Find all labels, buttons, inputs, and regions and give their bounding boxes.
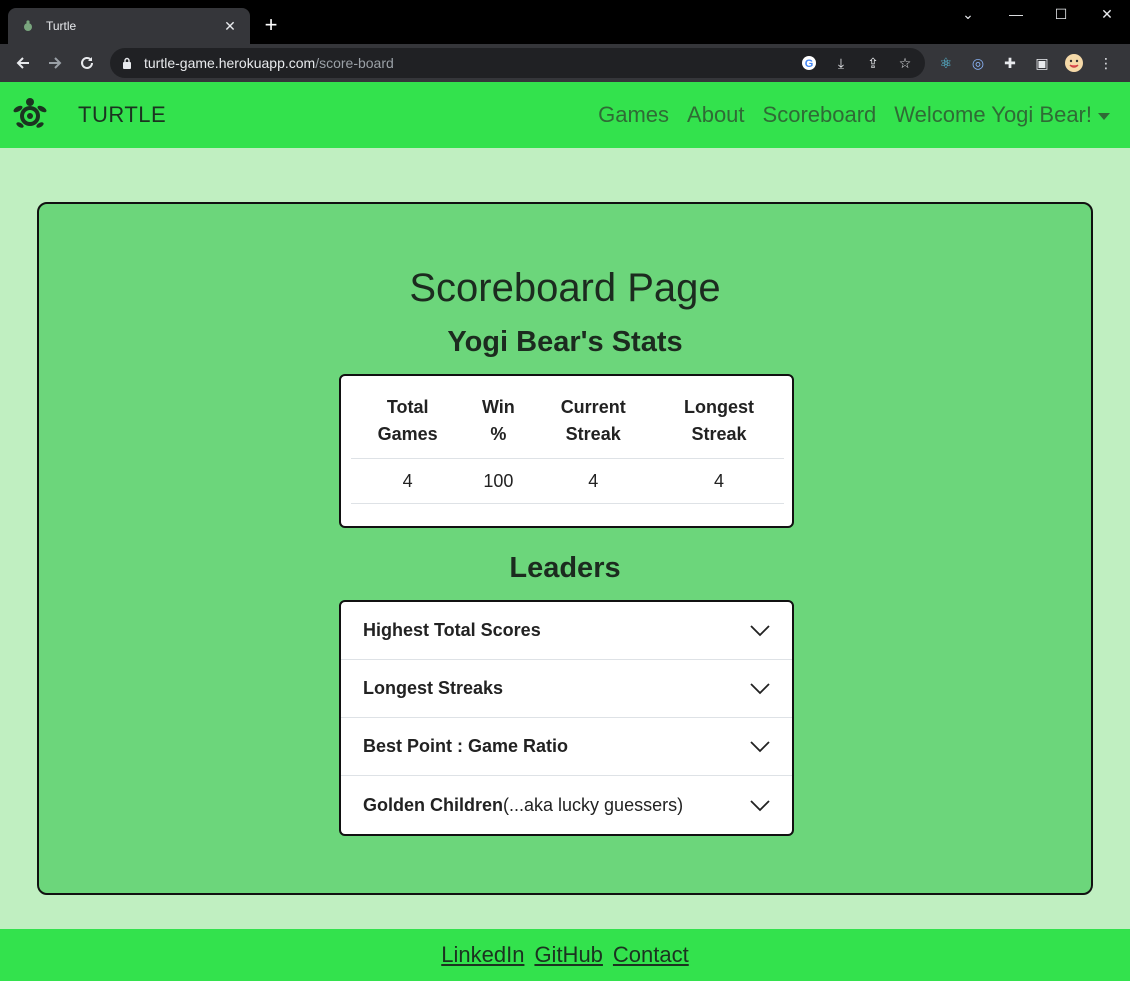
accordion-label: Golden Children(...aka lucky guessers) [363,795,684,815]
chrome-menu-icon[interactable]: ⋮ [1096,53,1116,73]
window-close-icon[interactable]: ✕ [1092,6,1122,23]
side-panel-icon[interactable]: ▣ [1032,53,1052,73]
turtle-logo-icon[interactable] [12,96,48,132]
stats-card: Total Games Win% Current Streak Longest Str… [339,374,794,528]
footer-link-linkedin[interactable]: LinkedIn [441,942,524,968]
turtle-favicon-icon [20,18,36,34]
maximize-icon[interactable]: ☐ [1046,6,1076,23]
tab-title: Turtle [46,19,77,33]
stats-heading: Yogi Bear's Stats [447,326,683,358]
chevron-down-icon [750,799,770,811]
user-menu-dropdown[interactable]: Welcome Yogi Bear! [894,102,1110,128]
nav-link-about[interactable]: About [687,102,745,128]
accordion-label: Highest Total Scores [363,620,541,640]
lock-icon [123,57,131,69]
footer-link-github[interactable]: GitHub [534,942,602,968]
browser-toolbar: turtle-game.herokuapp.com /score-board G… [0,44,1130,82]
brand-name[interactable]: TURTLE [78,102,166,128]
header-total-games: Total Games [351,388,465,459]
address-bar[interactable]: turtle-game.herokuapp.com /score-board G… [110,48,925,78]
tab-search-icon[interactable]: ⌄ [953,6,983,23]
chevron-down-icon [750,624,770,636]
nav-link-scoreboard[interactable]: Scoreboard [763,102,877,128]
back-icon[interactable] [10,50,36,76]
accordion-item-longest-streaks[interactable]: Longest Streaks [341,660,792,718]
accordion-item-best-point-game-ratio[interactable]: Best Point : Game Ratio [341,718,792,776]
chevron-down-icon [750,682,770,694]
user-menu-label: Welcome Yogi Bear! [894,102,1092,127]
caret-down-icon [1098,112,1110,120]
google-icon[interactable]: G [799,53,819,73]
cell-current-streak: 4 [532,458,655,504]
reload-icon[interactable] [74,50,100,76]
profile-avatar-icon[interactable] [1064,53,1084,73]
url-host: turtle-game.herokuapp.com [144,55,316,71]
stats-table: Total Games Win% Current Streak Longest Str… [351,388,784,504]
accordion-label: Best Point : Game Ratio [363,736,569,756]
accordion-item-highest-total-scores[interactable]: Highest Total Scores [341,602,792,660]
header-current-streak: Current Streak [532,388,655,459]
header-longest-streak: Longest Streak [654,388,784,459]
react-devtools-icon[interactable]: ⚛ [936,53,956,73]
svg-text:G: G [805,58,814,70]
new-tab-icon[interactable]: + [260,12,282,38]
puzzle-extensions-icon[interactable]: ✚ [1000,53,1020,73]
url-path: /score-board [315,55,394,71]
tab-close-icon[interactable]: ✕ [222,18,238,35]
footer-link-contact[interactable]: Contact [613,942,689,968]
install-app-icon[interactable]: ⤓ [831,53,851,73]
cell-win-percent: 100 [464,458,533,504]
nav-link-games[interactable]: Games [598,102,669,128]
bookmark-star-icon[interactable]: ☆ [895,53,915,73]
site-navbar: TURTLE Games About Scoreboard Welcome Yo… [0,82,1130,148]
extension-icon[interactable]: ◎ [968,53,988,73]
chevron-down-icon [750,740,770,752]
header-win-percent: Win% [464,388,533,459]
leaders-heading: Leaders [509,552,621,584]
browser-titlebar: Turtle ✕ + ⌄ — ☐ ✕ [0,0,1130,44]
accordion-label: Longest Streaks [363,678,504,698]
share-icon[interactable]: ⇪ [863,53,883,73]
stats-header-row: Total Games Win% Current Streak Longest Str… [351,388,784,459]
table-row: 4 100 4 4 [351,458,784,504]
leaders-accordion: Highest Total Scores Longest Streaks Bes… [339,600,794,836]
minimize-icon[interactable]: — [1001,6,1031,22]
browser-tab[interactable]: Turtle ✕ [8,8,250,44]
cell-total-games: 4 [351,458,465,504]
cell-longest-streak: 4 [654,458,784,504]
page-title: Scoreboard Page [409,266,721,310]
forward-icon[interactable] [42,50,68,76]
site-footer: LinkedIn GitHub Contact [0,929,1130,981]
accordion-item-golden-children[interactable]: Golden Children(...aka lucky guessers) [341,776,792,834]
scoreboard-panel: Scoreboard Page Yogi Bear's Stats Total G… [37,202,1093,895]
